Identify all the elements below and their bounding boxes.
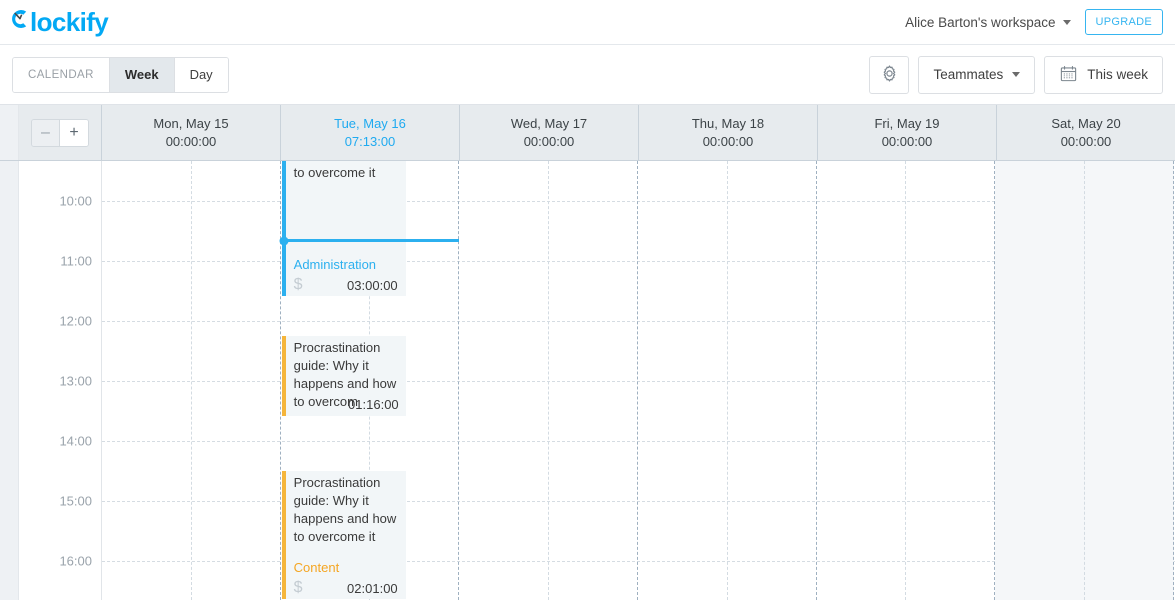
zoom-controls: – + bbox=[19, 105, 102, 160]
view-switcher: CALENDAR Week Day bbox=[12, 56, 229, 93]
day-header-2[interactable]: Wed, May 17 00:00:00 bbox=[460, 105, 639, 160]
time-label-1300: 13:00 bbox=[59, 373, 92, 389]
calendar-toolbar: CALENDAR Week Day Teammates This week bbox=[0, 44, 1175, 105]
day-column-2[interactable] bbox=[459, 161, 638, 600]
day-header-date: Fri, May 19 bbox=[874, 115, 940, 131]
event-duration: 02:01:00 bbox=[347, 580, 398, 596]
calendar-day-header: – + Mon, May 15 00:00:00 Tue, May 16 07:13:… bbox=[0, 105, 1175, 161]
calendar-event[interactable]: to overcome it Administration $03:00:00 bbox=[281, 161, 406, 296]
gear-icon bbox=[880, 64, 899, 86]
header-gutter bbox=[0, 105, 19, 160]
day-header-total: 00:00:00 bbox=[523, 133, 575, 149]
day-header-total: 00:00:00 bbox=[165, 133, 217, 149]
date-range-button[interactable]: This week bbox=[1044, 55, 1163, 94]
day-column-5[interactable] bbox=[995, 161, 1174, 600]
day-column-4[interactable] bbox=[817, 161, 996, 600]
tab-day[interactable]: Day bbox=[174, 57, 228, 92]
day-header-date: Mon, May 15 bbox=[153, 115, 229, 131]
event-project: Content bbox=[293, 560, 340, 575]
current-time-indicator bbox=[280, 239, 460, 242]
time-label-1500: 15:00 bbox=[59, 493, 92, 509]
day-header-date: Thu, May 18 bbox=[691, 115, 765, 131]
day-header-date: Sat, May 20 bbox=[1051, 115, 1121, 131]
dollar-icon: $ bbox=[293, 276, 303, 293]
event-duration: 03:00:00 bbox=[347, 277, 398, 293]
time-axis: 10:00 11:00 12:00 13:00 14:00 15:00 16:00 bbox=[19, 161, 102, 600]
calendar-event[interactable]: Procrastination guide: Why it happens an… bbox=[281, 471, 406, 599]
day-header-4[interactable]: Fri, May 19 00:00:00 bbox=[818, 105, 997, 160]
teammates-dropdown[interactable]: Teammates bbox=[918, 55, 1036, 94]
workspace-switcher[interactable]: Alice Barton's workspace bbox=[905, 14, 1071, 30]
event-project: Administration bbox=[293, 257, 377, 272]
half-hour-divider bbox=[905, 161, 907, 600]
upgrade-button[interactable]: UPGRADE bbox=[1084, 9, 1163, 35]
time-label-1100: 11:00 bbox=[60, 253, 92, 269]
date-range-label: This week bbox=[1087, 67, 1148, 82]
calendar-grid: 10:00 11:00 12:00 13:00 14:00 15:00 16:00 to o… bbox=[0, 161, 1175, 600]
clockify-logo[interactable]: lockify bbox=[8, 7, 109, 37]
clockify-logo-text: lockify bbox=[30, 7, 109, 37]
body-gutter bbox=[0, 161, 19, 600]
day-column-3[interactable] bbox=[638, 161, 817, 600]
tab-week[interactable]: Week bbox=[109, 57, 175, 92]
toolbar-actions: Teammates This week bbox=[869, 55, 1163, 94]
time-label-1200: 12:00 bbox=[59, 313, 92, 329]
half-hour-divider bbox=[548, 161, 550, 600]
time-label-1600: 16:00 bbox=[59, 553, 92, 569]
calendar-columns[interactable]: to overcome it Administration $03:00:00 Pro… bbox=[102, 161, 1175, 600]
calendar-view-label: CALENDAR bbox=[13, 57, 110, 92]
top-bar: lockify Alice Barton's workspace UPGRADE bbox=[0, 0, 1175, 44]
event-footer: $03:00:00 bbox=[286, 277, 406, 293]
day-header-total: 00:00:00 bbox=[1060, 133, 1112, 149]
half-hour-divider bbox=[190, 161, 192, 600]
workspace-name: Alice Barton's workspace bbox=[905, 14, 1056, 30]
teammates-label: Teammates bbox=[933, 67, 1004, 82]
chevron-down-icon bbox=[1012, 72, 1021, 77]
zoom-out-button[interactable]: – bbox=[32, 119, 60, 146]
day-header-date: Tue, May 16 bbox=[334, 115, 406, 131]
day-header-0[interactable]: Mon, May 15 00:00:00 bbox=[102, 105, 281, 160]
event-duration: 01:16:00 bbox=[348, 397, 399, 412]
day-header-total: 00:00:00 bbox=[881, 133, 933, 149]
day-column-0[interactable] bbox=[102, 161, 281, 600]
day-header-3[interactable]: Thu, May 18 00:00:00 bbox=[639, 105, 818, 160]
time-label-1400: 14:00 bbox=[59, 433, 92, 449]
time-label-1000: 10:00 bbox=[59, 193, 92, 209]
day-header-5[interactable]: Sat, May 20 00:00:00 bbox=[997, 105, 1175, 160]
calendar-icon bbox=[1059, 64, 1078, 86]
half-hour-divider bbox=[1084, 161, 1086, 600]
day-header-1[interactable]: Tue, May 16 07:13:00 bbox=[281, 105, 460, 160]
settings-button[interactable] bbox=[869, 55, 910, 94]
day-header-total: 00:00:00 bbox=[702, 133, 754, 149]
calendar-event[interactable]: Procrastination guide: Why it happens an… bbox=[281, 336, 406, 416]
day-header-date: Wed, May 17 bbox=[510, 115, 588, 131]
event-title: to overcome it bbox=[293, 165, 376, 180]
event-title: Procrastination guide: Why it happens an… bbox=[293, 475, 397, 544]
zoom-in-button[interactable]: + bbox=[60, 119, 88, 146]
clockify-logo-icon bbox=[8, 7, 30, 31]
dollar-icon: $ bbox=[293, 579, 303, 596]
event-footer: $02:01:00 bbox=[286, 580, 406, 596]
top-bar-right: Alice Barton's workspace UPGRADE bbox=[905, 9, 1163, 35]
chevron-down-icon bbox=[1062, 19, 1071, 25]
day-header-total: 07:13:00 bbox=[344, 133, 396, 149]
half-hour-divider bbox=[726, 161, 728, 600]
current-time-marker-dot bbox=[279, 236, 289, 245]
